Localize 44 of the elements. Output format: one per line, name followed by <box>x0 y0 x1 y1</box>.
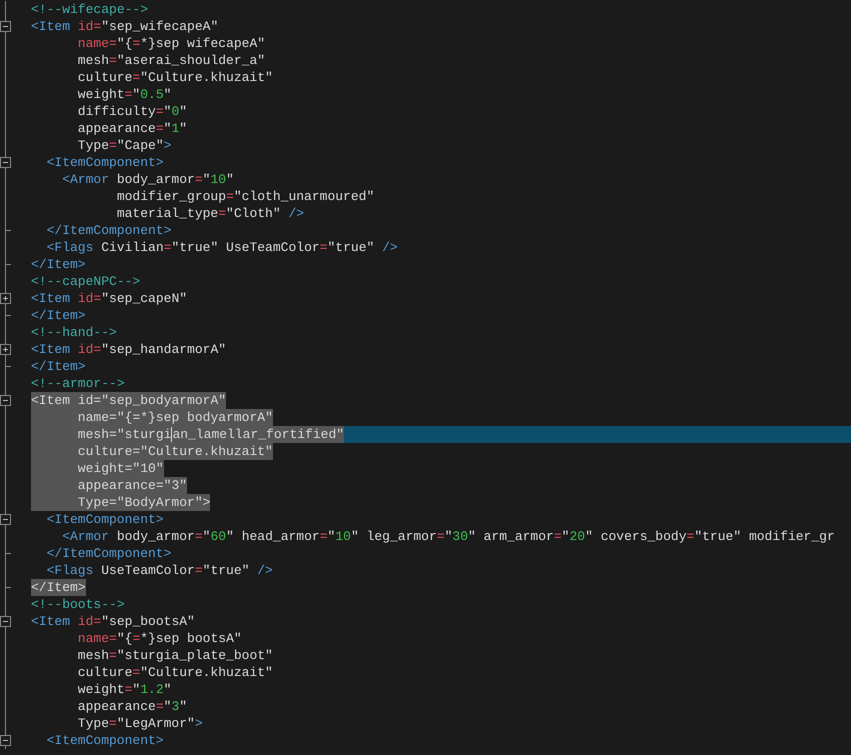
code-line: name="{=*}sep bootsA" <box>76 630 242 647</box>
code-line: name="{=*}sep wifecapeA" <box>76 35 266 52</box>
code-line: </Item> <box>31 358 86 375</box>
code-line: <Flags UseTeamColor="true" /> <box>46 562 273 579</box>
code-line: mesh="sturgia_plate_boot" <box>76 647 273 664</box>
code-line: <!--wifecape--> <box>31 1 148 18</box>
code-line: <!--armor--> <box>31 375 125 392</box>
code-line: <!--boots--> <box>31 596 125 613</box>
code-line: Type="Cape"> <box>76 137 172 154</box>
collapse-icon[interactable] <box>0 616 11 627</box>
code-line: appearance="3" <box>76 698 188 715</box>
code-line: <ItemComponent> <box>46 154 164 171</box>
code-line: <ItemComponent> <box>46 511 164 528</box>
collapse-icon[interactable] <box>0 21 11 32</box>
collapse-icon[interactable] <box>0 735 11 746</box>
collapse-icon[interactable] <box>0 514 11 525</box>
code-line: weight="1.2" <box>76 681 172 698</box>
code-line: </ItemComponent> <box>46 545 172 562</box>
collapse-icon[interactable] <box>0 395 11 406</box>
code-line: material_type="Cloth" /> <box>116 205 304 222</box>
code-line: appearance="1" <box>76 120 188 137</box>
code-line: <Flags Civilian="true" UseTeamColor="true" /> <box>46 239 398 256</box>
code-line: </Item> <box>31 307 86 324</box>
code-line: <Armor body_armor="60" head_armor="10" leg_armor="30" arm_armor="20" covers_body="true" modifier_gr <box>61 528 835 545</box>
code-line: </Item> <box>31 256 86 273</box>
collapse-icon[interactable] <box>0 157 11 168</box>
code-line: mesh="aserai_shoulder_a" <box>76 52 266 69</box>
code-line: <Item id="sep_handarmorA" <box>31 341 226 358</box>
code-line: </ItemComponent> <box>46 222 172 239</box>
expand-icon[interactable] <box>0 344 11 355</box>
code-line: difficulty="0" <box>76 103 188 120</box>
expand-icon[interactable] <box>0 293 11 304</box>
code-line: <Item id="sep_bootsA" <box>31 613 195 630</box>
code-line: <ItemComponent> <box>46 732 164 749</box>
code-line: culture="Culture.khuzait" <box>76 69 273 86</box>
code-line: weight="0.5" <box>76 86 172 103</box>
code-line: <!--capeNPC--> <box>31 273 140 290</box>
code-line: <Item id="sep_capeN" <box>31 290 188 307</box>
code-line: <!--hand--> <box>31 324 117 341</box>
code-line: <Armor body_armor="10" <box>61 171 234 188</box>
code-line: modifier_group="cloth_unarmoured" <box>116 188 374 205</box>
code-line: Type="LegArmor"> <box>76 715 203 732</box>
code-line: culture="Culture.khuzait" <box>76 664 273 681</box>
code-line: <Item id="sep_wifecapeA" <box>31 18 218 35</box>
